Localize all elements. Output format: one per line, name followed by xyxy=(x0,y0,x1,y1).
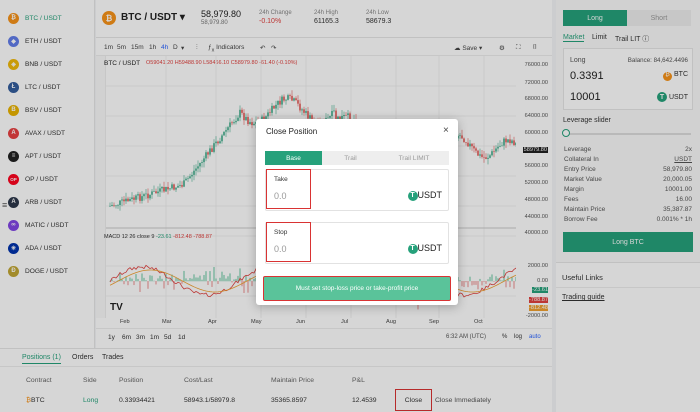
stop-loss-field: Stop 0.0 T USDT xyxy=(265,222,449,264)
submit-close-button[interactable]: Must set stop-loss price or take-profit … xyxy=(263,276,451,301)
usdt-icon: T xyxy=(407,190,418,201)
stop-label: Stop xyxy=(274,229,288,236)
take-profit-field: Take 0.0 T USDT xyxy=(265,169,449,211)
modal-title: Close Position xyxy=(266,127,318,136)
take-currency: T USDT xyxy=(407,190,442,201)
close-position-modal: Close Position × Base Trail Trail LIMIT … xyxy=(256,119,458,305)
tab-trail-limit[interactable]: Trail LIMIT xyxy=(379,151,449,165)
tab-base[interactable]: Base xyxy=(265,151,322,165)
take-input[interactable]: 0.0 xyxy=(274,191,287,201)
usdt-icon: T xyxy=(407,243,418,254)
tab-trail[interactable]: Trail xyxy=(322,151,379,165)
take-highlight xyxy=(266,169,311,209)
take-label: Take xyxy=(274,176,288,183)
close-icon[interactable]: × xyxy=(443,125,449,136)
stop-input[interactable]: 0.0 xyxy=(274,244,287,254)
stop-currency: T USDT xyxy=(407,243,442,254)
stop-highlight xyxy=(266,222,311,262)
modal-tabs: Base Trail Trail LIMIT xyxy=(265,151,449,165)
